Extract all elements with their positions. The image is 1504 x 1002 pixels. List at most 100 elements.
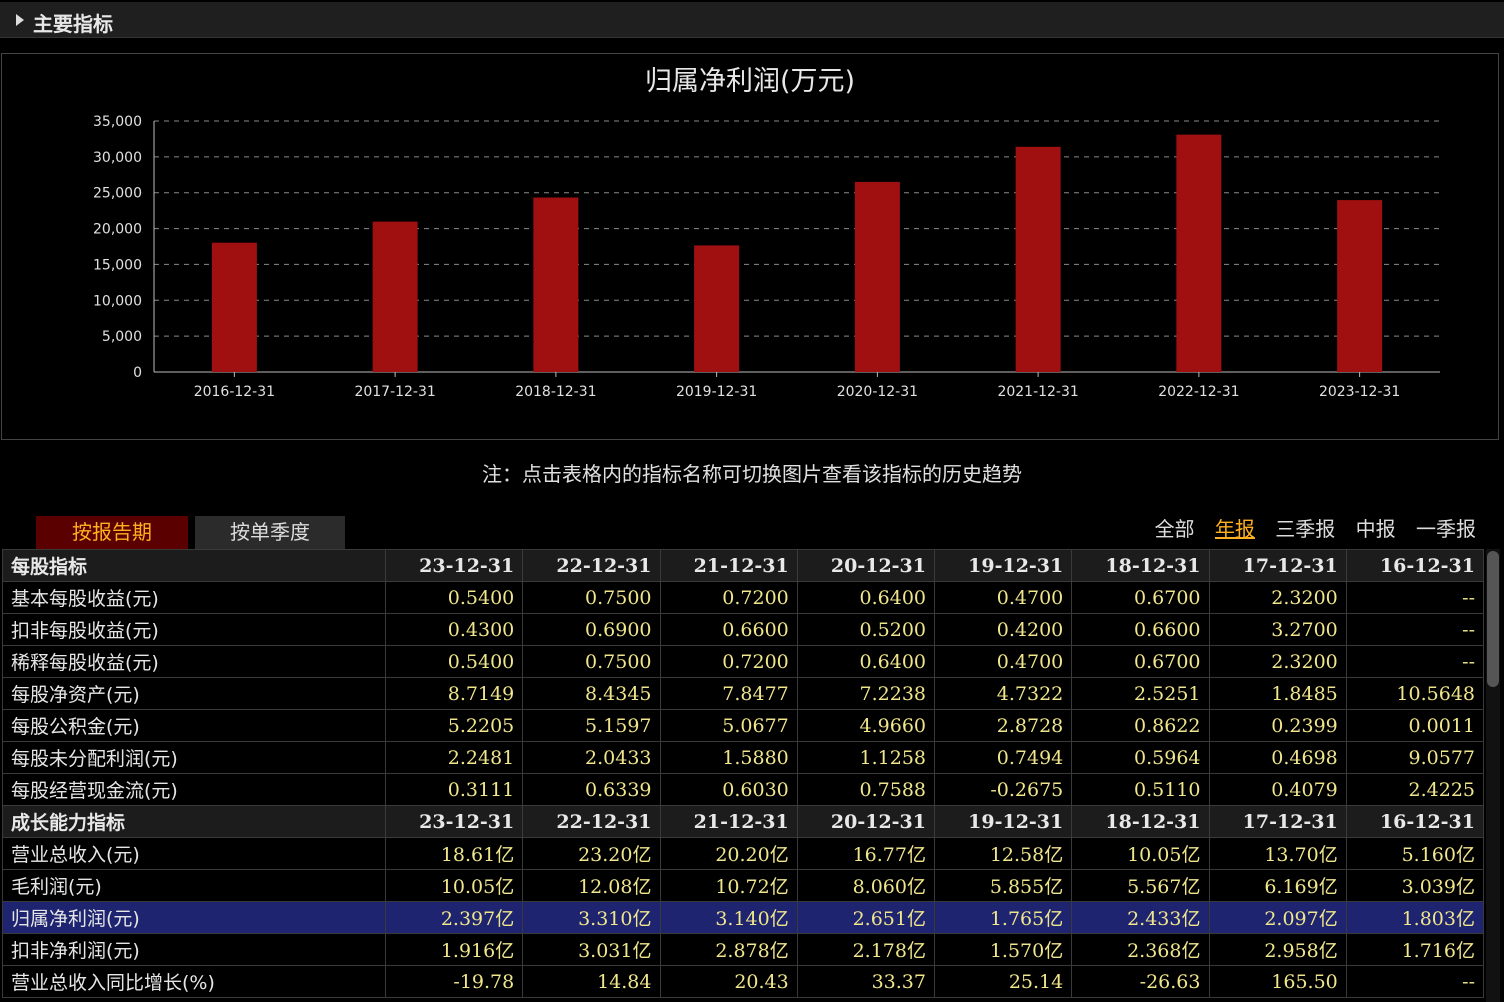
table-cell: 165.50 — [1208, 965, 1347, 998]
y-tick-label: 30,000 — [93, 150, 142, 166]
table-cell: 3.140亿 — [659, 901, 798, 934]
table-cell: 12.58亿 — [933, 837, 1073, 870]
period-header: 23-12-31 — [384, 549, 524, 582]
table-cell: 0.7494 — [933, 741, 1073, 774]
indicator-name-link[interactable]: 每股公积金(元) — [2, 709, 386, 742]
y-tick-label: 0 — [133, 365, 142, 381]
table-cell: 0.4200 — [933, 613, 1073, 646]
table-row: 扣非每股收益(元) 0.4300 0.6900 0.6600 0.5200 0.4200 0… — [2, 613, 1484, 646]
section-header-label: 每股指标 — [2, 549, 386, 582]
table-cell: -19.78 — [384, 965, 524, 998]
period-header: 20-12-31 — [796, 805, 936, 838]
table-cell: 0.6700 — [1071, 645, 1210, 678]
table-cell: 9.0577 — [1345, 741, 1484, 774]
table-row: 稀释每股收益(元) 0.5400 0.7500 0.7200 0.6400 0.4700 0… — [2, 645, 1484, 678]
table-cell: 8.7149 — [384, 677, 524, 710]
x-tick-label: 2022-12-31 — [1158, 384, 1239, 400]
table-row: 每股未分配利润(元) 2.2481 2.0433 1.5880 1.1258 0.7494… — [2, 741, 1484, 774]
period-header: 18-12-31 — [1071, 805, 1210, 838]
table-cell: 5.855亿 — [933, 869, 1073, 902]
table-cell: -- — [1345, 965, 1484, 998]
bar[interactable] — [372, 221, 418, 372]
filter-half-year[interactable]: 中报 — [1356, 517, 1396, 541]
indicator-name-link[interactable]: 每股净资产(元) — [2, 677, 386, 710]
filter-annual[interactable]: 年报 — [1215, 517, 1255, 541]
filter-all[interactable]: 全部 — [1155, 517, 1195, 541]
indicator-name-link[interactable]: 稀释每股收益(元) — [2, 645, 386, 678]
bar[interactable] — [694, 245, 740, 372]
filter-q3[interactable]: 三季报 — [1275, 517, 1335, 541]
chart-note: 注：点击表格内的指标名称可切换图片查看该指标的历史趋势 — [482, 462, 1022, 486]
tab-by-single-quarter[interactable]: 按单季度 — [195, 516, 345, 549]
table-cell: 7.8477 — [659, 677, 798, 710]
bar[interactable] — [533, 197, 579, 372]
table-cell: 0.7500 — [522, 645, 661, 678]
indicator-name-link[interactable]: 每股未分配利润(元) — [2, 741, 386, 774]
tab-by-report-period[interactable]: 按报告期 — [36, 516, 188, 549]
table-cell: 2.4225 — [1345, 773, 1484, 806]
table-cell: 20.20亿 — [659, 837, 798, 870]
x-tick-label: 2016-12-31 — [194, 384, 275, 400]
table-cell: 33.37 — [796, 965, 936, 998]
indicator-name-link[interactable]: 每股经营现金流(元) — [2, 773, 386, 806]
indicator-name-link[interactable]: 营业总收入(元) — [2, 837, 386, 870]
table-cell: -- — [1345, 581, 1484, 614]
table-cell: 0.2399 — [1208, 709, 1347, 742]
x-tick-label: 2018-12-31 — [515, 384, 596, 400]
filter-q1[interactable]: 一季报 — [1416, 517, 1476, 541]
scroll-thumb[interactable] — [1487, 551, 1499, 687]
table-cell: 1.5880 — [659, 741, 798, 774]
table-row: 营业总收入同比增长(%) -19.78 14.84 20.43 33.37 25.14 -2… — [2, 965, 1484, 998]
caret-right-icon — [16, 14, 24, 26]
table-scrollbar[interactable] — [1486, 549, 1500, 1002]
y-tick-label: 10,000 — [93, 293, 142, 309]
table-cell: 0.6400 — [796, 581, 936, 614]
table-cell: 0.6400 — [796, 645, 936, 678]
table-cell: -- — [1345, 645, 1484, 678]
table-cell: 1.1258 — [796, 741, 936, 774]
period-header: 19-12-31 — [933, 549, 1073, 582]
table-cell: 3.310亿 — [522, 901, 661, 934]
indicator-name-link[interactable]: 扣非净利润(元) — [2, 933, 386, 966]
table-cell: 1.716亿 — [1345, 933, 1484, 966]
table-cell: 5.567亿 — [1071, 869, 1210, 902]
indicator-name-link[interactable]: 基本每股收益(元) — [2, 581, 386, 614]
table-cell: 8.060亿 — [796, 869, 936, 902]
table-cell: 14.84 — [522, 965, 661, 998]
table-cell: 5.160亿 — [1345, 837, 1484, 870]
y-tick-label: 35,000 — [93, 114, 142, 130]
table-cell: 0.7500 — [522, 581, 661, 614]
table-cell: 5.1597 — [522, 709, 661, 742]
x-tick-label: 2021-12-31 — [997, 384, 1078, 400]
bar[interactable] — [1337, 200, 1383, 372]
bar[interactable] — [1015, 146, 1061, 372]
indicator-name-link[interactable]: 毛利润(元) — [2, 869, 386, 902]
bar[interactable] — [1176, 134, 1222, 372]
table-cell: 2.0433 — [522, 741, 661, 774]
table-cell: 0.7200 — [659, 645, 798, 678]
table-cell: 0.5110 — [1071, 773, 1210, 806]
section-header[interactable]: 主要指标 — [0, 2, 1504, 38]
y-tick-label: 15,000 — [93, 257, 142, 273]
table-cell: 8.4345 — [522, 677, 661, 710]
indicator-name-link[interactable]: 归属净利润(元) — [2, 901, 386, 934]
table-cell: 0.6030 — [659, 773, 798, 806]
table-row: 扣非净利润(元) 1.916亿 3.031亿 2.878亿 2.178亿 1.570亿 2.… — [2, 933, 1484, 966]
table-cell: 0.4300 — [384, 613, 524, 646]
period-header: 16-12-31 — [1345, 805, 1484, 838]
table-cell: 10.05亿 — [1071, 837, 1210, 870]
indicator-name-link[interactable]: 扣非每股收益(元) — [2, 613, 386, 646]
chart-panel: 归属净利润(万元) 0 5,000 10,000 15,000 20,000 25,000 3… — [1, 53, 1499, 440]
x-tick-label: 2023-12-31 — [1319, 384, 1400, 400]
section-header-label: 成长能力指标 — [2, 805, 386, 838]
table-cell: 3.039亿 — [1345, 869, 1484, 902]
indicator-name-link[interactable]: 营业总收入同比增长(%) — [2, 965, 386, 998]
x-tick-label: 2017-12-31 — [354, 384, 435, 400]
table-cell: 2.878亿 — [659, 933, 798, 966]
table-cell: 0.4700 — [933, 581, 1073, 614]
table-cell: -0.2675 — [933, 773, 1073, 806]
bar[interactable] — [854, 181, 900, 372]
section-title: 主要指标 — [33, 12, 113, 36]
bar[interactable] — [211, 242, 257, 372]
table-cell: 0.7588 — [796, 773, 936, 806]
